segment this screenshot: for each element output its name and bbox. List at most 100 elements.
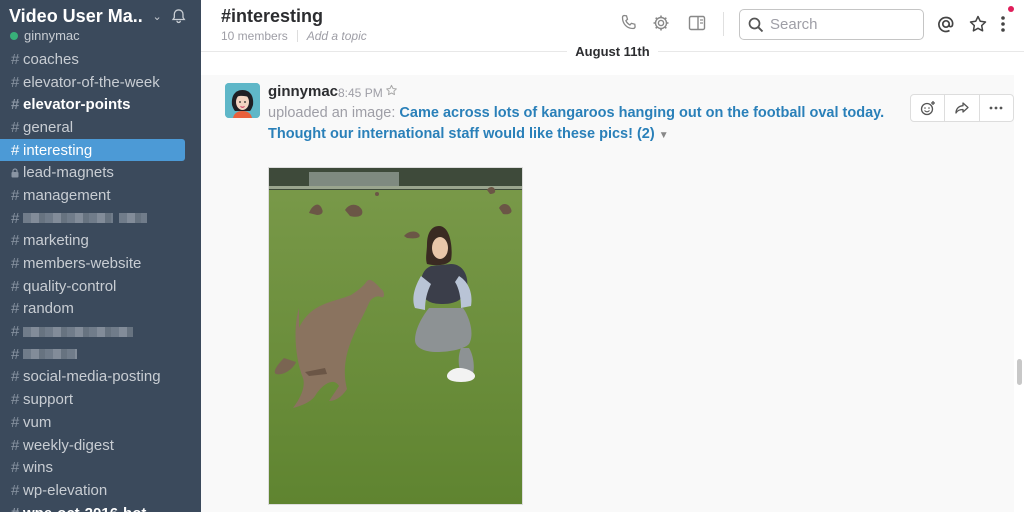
channel-label: random xyxy=(23,300,74,318)
caret-down-icon[interactable]: ▼ xyxy=(659,130,669,141)
channel-item[interactable]: # marketing xyxy=(0,230,201,253)
file-count[interactable]: (2) xyxy=(637,126,655,142)
star-icon[interactable] xyxy=(968,14,988,34)
member-count[interactable]: 10 members xyxy=(221,29,288,43)
channel-item[interactable]: # interesting xyxy=(0,138,185,162)
channel-item[interactable]: # members-website xyxy=(0,252,201,275)
channel-item[interactable]: # xyxy=(0,320,201,343)
mentions-icon[interactable] xyxy=(936,14,956,34)
header-divider xyxy=(723,12,724,36)
channel-item[interactable]: # elevator-of-the-week xyxy=(0,71,201,94)
channel-item[interactable]: # management xyxy=(0,184,201,207)
hash-icon: # xyxy=(11,118,20,136)
channel-label: marketing xyxy=(23,232,89,250)
channel-item[interactable]: # wpe-oct-2016-hot xyxy=(0,502,201,512)
channel-item[interactable]: lead-magnets xyxy=(0,161,201,184)
more-actions-button[interactable] xyxy=(980,95,1013,121)
channel-item[interactable]: # xyxy=(0,207,201,230)
channel-label: general xyxy=(23,118,74,136)
message-pane: August 11th ginnymac 8:45 PM uploaded an… xyxy=(201,44,1024,512)
redacted-channel-name xyxy=(23,326,133,337)
channel-label: social-media-posting xyxy=(23,368,161,386)
channel-label: quality-control xyxy=(23,277,117,295)
channel-item[interactable]: # quality-control xyxy=(0,275,201,298)
user-name: ginnymac xyxy=(24,28,80,43)
channel-label: wins xyxy=(23,459,54,477)
message[interactable]: ginnymac 8:45 PM uploaded an image: Came… xyxy=(201,75,1014,512)
uploaded-image[interactable] xyxy=(268,167,523,505)
hash-icon: # xyxy=(11,141,20,159)
channel-label: lead-magnets xyxy=(23,164,114,182)
channel-item[interactable]: # general xyxy=(0,116,201,139)
more-horizontal-icon xyxy=(989,106,1003,110)
message-author[interactable]: ginnymac xyxy=(268,83,338,100)
search-icon xyxy=(748,17,764,32)
message-actions xyxy=(910,94,1014,122)
redacted-channel-name xyxy=(23,349,77,360)
search-box[interactable] xyxy=(739,9,924,40)
channel-item[interactable]: # wins xyxy=(0,456,201,479)
hash-icon: # xyxy=(11,73,20,91)
bell-icon[interactable] xyxy=(170,7,187,25)
message-timestamp[interactable]: 8:45 PM xyxy=(338,86,383,100)
channel-label: interesting xyxy=(23,141,93,159)
search-input[interactable] xyxy=(770,16,910,33)
channel-label: weekly-digest xyxy=(23,436,114,454)
date-divider: August 11th xyxy=(201,44,1024,59)
hash-icon: # xyxy=(11,323,20,341)
channel-item[interactable]: # random xyxy=(0,298,201,321)
channel-label: elevator-points xyxy=(23,96,131,114)
sidebar-toggle-icon[interactable] xyxy=(687,13,707,33)
channel-label: vum xyxy=(23,413,52,431)
message-prefix: uploaded an image: xyxy=(268,105,396,121)
hash-icon: # xyxy=(11,391,20,409)
hash-icon: # xyxy=(11,186,20,204)
divider xyxy=(296,30,298,42)
team-menu[interactable]: Video User Ma... ⌄ xyxy=(9,5,187,27)
team-name[interactable]: Video User Ma... xyxy=(9,6,142,27)
add-topic-link[interactable]: Add a topic xyxy=(307,29,367,43)
chevron-down-icon[interactable]: ⌄ xyxy=(152,10,161,23)
hash-icon: # xyxy=(11,209,20,227)
scrollbar[interactable] xyxy=(1017,359,1022,385)
hash-icon: # xyxy=(11,232,20,250)
channel-item[interactable]: # vum xyxy=(0,411,201,434)
hash-icon: # xyxy=(11,481,20,499)
hash-icon: # xyxy=(11,96,20,114)
redacted-channel-name xyxy=(23,213,113,224)
sidebar: Video User Ma... ⌄ ginnymac # coaches # ele… xyxy=(0,0,201,512)
channel-item[interactable]: # support xyxy=(0,388,201,411)
hash-icon: # xyxy=(11,345,20,363)
avatar[interactable] xyxy=(225,83,260,118)
phone-icon[interactable] xyxy=(619,13,639,33)
share-arrow-icon xyxy=(955,102,969,114)
more-vertical-icon[interactable] xyxy=(997,14,1009,34)
channel-label: members-website xyxy=(23,255,142,273)
channel-meta: 10 members Add a topic xyxy=(221,29,367,43)
channel-item[interactable]: # wp-elevation xyxy=(0,479,201,502)
hash-icon: # xyxy=(11,255,20,273)
channel-label: elevator-of-the-week xyxy=(23,73,160,91)
hash-icon: # xyxy=(11,459,20,477)
lock-icon xyxy=(11,168,19,178)
channel-item[interactable]: # elevator-points xyxy=(0,93,201,116)
hash-icon: # xyxy=(11,300,20,318)
channel-title[interactable]: #interesting xyxy=(221,6,323,27)
redacted-channel-name xyxy=(119,213,147,224)
current-user[interactable]: ginnymac xyxy=(10,28,80,43)
message-body: uploaded an image: Came across lots of k… xyxy=(268,103,928,146)
hash-icon: # xyxy=(11,277,20,295)
hash-icon: # xyxy=(11,436,20,454)
channel-label: management xyxy=(23,186,111,204)
hash-icon: # xyxy=(11,368,20,386)
star-outline-icon[interactable] xyxy=(385,84,398,97)
add-reaction-button[interactable] xyxy=(911,95,946,121)
channel-item[interactable]: # coaches xyxy=(0,48,201,71)
channel-item[interactable]: # weekly-digest xyxy=(0,434,201,457)
presence-icon xyxy=(10,31,18,40)
channel-item[interactable]: # xyxy=(0,343,201,366)
share-button[interactable] xyxy=(945,95,980,121)
date-label: August 11th xyxy=(567,44,658,59)
gear-icon[interactable] xyxy=(651,13,671,33)
channel-item[interactable]: # social-media-posting xyxy=(0,366,201,389)
